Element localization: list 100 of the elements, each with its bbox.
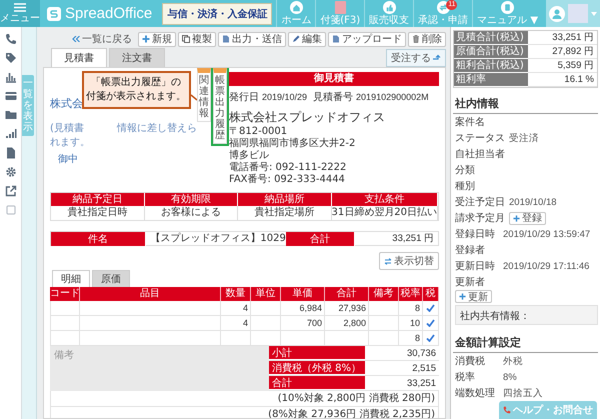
- update-button[interactable]: 更新: [455, 290, 492, 303]
- swap-icon: [384, 258, 392, 264]
- column-header: 支払条件: [332, 193, 438, 206]
- menu-icon: [14, 3, 26, 12]
- document-icon: [332, 35, 340, 43]
- company-name: 株式会社スプレッドオフィス: [229, 109, 386, 126]
- arrow-icon: [433, 54, 441, 61]
- total-value: 2,515: [411, 362, 437, 375]
- plus-icon: [459, 293, 466, 300]
- table-cell: 10: [399, 316, 423, 331]
- table-cell: [369, 331, 399, 346]
- recipient-note: (見積書: [50, 122, 84, 135]
- field-label: 登録者: [455, 244, 486, 256]
- delete-button[interactable]: 削除: [408, 32, 446, 46]
- summary-value: 33,251 円: [528, 31, 597, 45]
- settings-icon[interactable]: [4, 166, 16, 178]
- duplicate-button[interactable]: 複製: [178, 32, 216, 46]
- table-cell: お客様による: [144, 206, 238, 220]
- app-logo: SpreadOffice: [65, 5, 152, 22]
- document-tab[interactable]: 注文書: [109, 48, 165, 67]
- section-title: 社内情報: [453, 94, 598, 114]
- column-header: 税率: [399, 287, 423, 301]
- edit-button[interactable]: 編集: [288, 32, 326, 46]
- quote-number: 2019102900002M: [356, 92, 429, 102]
- recipient-name: 株式会: [50, 96, 83, 111]
- field-label: ステータス: [455, 132, 505, 144]
- field-value: 四捨五入: [503, 386, 543, 400]
- field-label: 種別: [455, 180, 476, 192]
- card-icon[interactable]: [4, 90, 16, 102]
- phone-icon[interactable]: [4, 33, 16, 45]
- table-cell: 8: [399, 331, 423, 346]
- document-button[interactable]: アップロード: [328, 32, 406, 46]
- sticky-note-tab[interactable]: 帳票出力履歴: [213, 68, 227, 144]
- field-value: 外税: [503, 354, 523, 368]
- field-label: 請求予定月: [455, 212, 505, 224]
- plus-icon: [142, 35, 150, 43]
- document-button[interactable]: 出力・送信: [218, 32, 286, 46]
- register-button[interactable]: 登録: [509, 212, 546, 224]
- table-cell: 700: [281, 316, 325, 331]
- table-cell: 27,936: [325, 301, 369, 316]
- address-line: 博多ビル: [229, 150, 270, 162]
- table-cell: 貴社指定場所: [238, 206, 332, 220]
- field-label: 更新者: [455, 276, 486, 288]
- external-link-icon[interactable]: [4, 185, 16, 197]
- callout: 「帳票出力履歴」の付箋が表示されます。: [82, 71, 191, 109]
- folder-icon[interactable]: [4, 109, 16, 121]
- table-cell: 4: [221, 301, 251, 316]
- summary-label: 原価合計(税込): [454, 45, 528, 59]
- field-label: 社内共有情報：: [460, 311, 530, 322]
- remarks-label: 備考: [54, 350, 74, 361]
- summary-value: 5,359 円: [528, 59, 597, 73]
- field-label: 見積番号: [313, 90, 354, 104]
- signal-bars-icon[interactable]: [4, 128, 16, 140]
- leader-line: [191, 94, 197, 101]
- column-header: 合計: [325, 287, 369, 301]
- summary-value: 27,892 円: [528, 45, 597, 59]
- sticky-note-tab[interactable]: 関連情報: [197, 68, 211, 122]
- total-label: 合計: [269, 376, 365, 390]
- address-line: 〒812-0001: [229, 126, 288, 138]
- trash-icon: [412, 35, 420, 43]
- detail-tab[interactable]: 原価: [92, 270, 130, 287]
- total-label: 小計: [269, 346, 365, 360]
- total-label: 消費税（外税 8%）: [269, 361, 365, 375]
- column-header: 税: [423, 287, 439, 301]
- total-value: 33,251: [406, 377, 437, 390]
- field-label: 自社担当者: [455, 148, 505, 160]
- summary-label: 粗利率: [454, 73, 528, 87]
- ad-banner[interactable]: 与信・決済・入金保証: [162, 2, 272, 24]
- field-label: 分類: [455, 164, 476, 176]
- column-header: コード: [50, 287, 80, 301]
- view-toggle-button[interactable]: 表示切替: [379, 252, 439, 270]
- back-link[interactable]: 一覧に戻る: [72, 32, 132, 46]
- column-header: 単価: [281, 287, 325, 301]
- column-header: 品目: [80, 287, 221, 301]
- new-button[interactable]: 新規: [138, 32, 176, 46]
- column-header: 納品場所: [238, 193, 332, 206]
- summary-label: 粗利合計(税込): [454, 59, 528, 73]
- file-icon[interactable]: [4, 147, 16, 159]
- document-tab[interactable]: 見積書: [51, 48, 107, 67]
- tag-icon[interactable]: [4, 52, 16, 64]
- caret-icon: [591, 12, 597, 16]
- table-cell: [369, 316, 399, 331]
- double-arrow-icon: [72, 36, 80, 42]
- table-cell: [251, 316, 281, 331]
- summary-value: 16.1 %: [528, 73, 597, 87]
- order-button[interactable]: 受注する: [386, 48, 446, 66]
- total-value: 30,736: [406, 347, 437, 360]
- bar-chart-icon[interactable]: [4, 71, 16, 83]
- subject-value: 【スプレッドオフィス】1029: [149, 232, 286, 245]
- tax-note: (10%対象 2,800円 消費税 280円): [278, 393, 435, 404]
- address-line: FAX番号: 092-333-4444: [229, 174, 346, 186]
- detail-tab[interactable]: 明細: [52, 270, 90, 287]
- field-value: 2019/10/18: [509, 196, 557, 208]
- avatar-icon: [549, 6, 566, 22]
- copy-icon: [182, 35, 190, 43]
- field-label: 発行日: [229, 91, 259, 104]
- logo-icon: [46, 6, 62, 22]
- document-title: 御見積書: [229, 72, 439, 86]
- column-header: 有効期限: [144, 193, 238, 206]
- section-title: 金額計算設定: [453, 333, 598, 353]
